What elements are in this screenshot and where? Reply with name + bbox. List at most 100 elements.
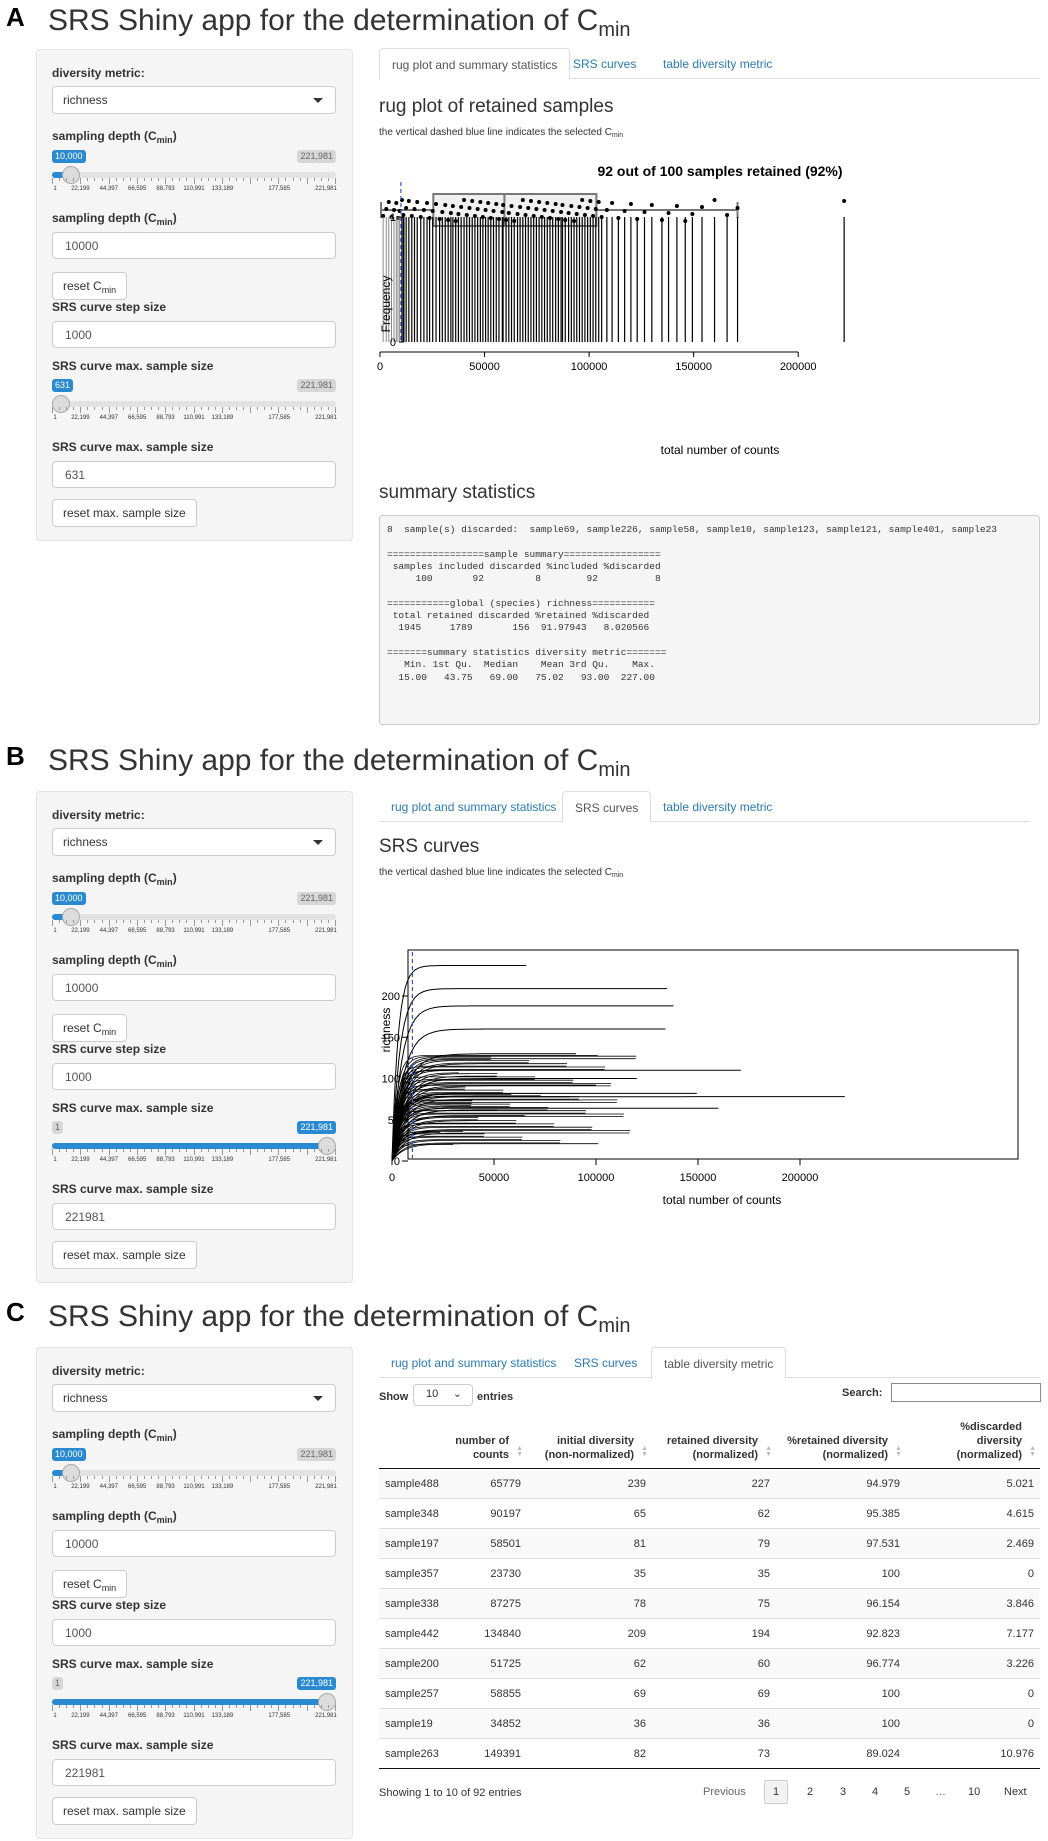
slider-tick-label: 133,189 xyxy=(211,1157,234,1163)
slider-tick xyxy=(179,1149,181,1152)
col-header-counts[interactable]: number of counts ▲ ▼ xyxy=(449,1416,527,1469)
sampling-depth-slider[interactable]: 10,000 221,981 1 22,199 44,397 66,595 88,793… xyxy=(52,150,337,194)
slider-tick-label: 1 xyxy=(53,1713,57,1719)
data-point xyxy=(456,212,461,216)
table-cell: 100 xyxy=(776,1708,906,1739)
entries-select[interactable]: 10 ⌄ xyxy=(413,1384,473,1406)
chevron-down-icon xyxy=(313,98,323,103)
tab-srs-curves[interactable]: SRS curves xyxy=(562,791,652,823)
slider-tick xyxy=(151,920,153,923)
pagination-page-10[interactable]: 10 xyxy=(960,1780,988,1804)
data-point xyxy=(464,213,469,217)
slider-tick xyxy=(101,407,103,410)
sampling-depth-slider[interactable]: 10,000 221,981 1 22,199 44,397 66,595 88,793… xyxy=(52,1448,337,1492)
reset-cmin-button[interactable]: reset Cmin xyxy=(52,1570,128,1598)
reset-cmin-button[interactable]: reset Cmin xyxy=(52,1014,128,1042)
pagination-page-4[interactable]: 4 xyxy=(864,1780,886,1804)
tab-rug-plot[interactable]: rug plot and summary statistics xyxy=(379,791,568,822)
col-header-pct-discarded[interactable]: %discarded diversity (normalized) ▲ ▼ xyxy=(906,1416,1040,1469)
slider-tick xyxy=(264,178,266,181)
max-sample-slider-label: SRS curve max. sample size xyxy=(52,1101,214,1115)
diversity-metric-select[interactable]: richness xyxy=(52,1384,336,1412)
pagination-page-1[interactable]: 1 xyxy=(764,1780,789,1804)
table-cell: 62 xyxy=(527,1648,652,1679)
diversity-metric-select[interactable]: richness xyxy=(52,828,336,856)
panel-letter: C xyxy=(6,1297,25,1327)
slider-tick xyxy=(292,178,294,181)
sampling-depth-input[interactable]: 10000 xyxy=(52,232,336,259)
reset-max-sample-button[interactable]: reset max. sample size xyxy=(52,1797,197,1825)
slider-tick xyxy=(313,1705,315,1708)
tab-rug-plot[interactable]: rug plot and summary statistics xyxy=(379,48,571,80)
slider-value-label: 631 xyxy=(52,379,74,392)
slider-tick-label: 221,981 xyxy=(315,1713,337,1719)
search-input[interactable] xyxy=(891,1383,1041,1402)
slider-tick-label: 221,981 xyxy=(315,1157,337,1163)
sampling-depth-input[interactable]: 10000 xyxy=(52,974,336,1001)
summary-output: 8 sample(s) discarded: sample69, sample2… xyxy=(379,515,1040,725)
slider-tick xyxy=(250,1476,252,1482)
data-point xyxy=(577,205,582,209)
pagination-page-2[interactable]: 2 xyxy=(799,1780,821,1804)
reset-max-sample-button[interactable]: reset max. sample size xyxy=(52,499,197,527)
pagination-page-5[interactable]: 5 xyxy=(896,1780,918,1804)
table-cell: 4.615 xyxy=(906,1498,1040,1529)
data-point xyxy=(566,211,571,215)
tab-rug-plot[interactable]: rug plot and summary statistics xyxy=(379,1347,568,1378)
table-cell: 60 xyxy=(652,1648,776,1679)
rug-heading: rug plot of retained samples xyxy=(379,96,614,117)
slider-tick xyxy=(143,1705,145,1708)
tab-srs-curves[interactable]: SRS curves xyxy=(561,48,648,79)
slider-tick xyxy=(136,178,138,184)
slider-tick xyxy=(52,407,53,413)
max-sample-slider[interactable]: 631 221,981 1 22,199 44,397 66,595 88,793 110… xyxy=(52,379,337,423)
slider-tick xyxy=(271,178,273,181)
col-header-pct-retained[interactable]: %retained diversity (normalized) ▲ ▼ xyxy=(776,1416,906,1469)
max-sample-input[interactable]: 221981 xyxy=(52,1759,336,1786)
pagination-next[interactable]: Next xyxy=(996,1780,1035,1804)
tab-table-diversity[interactable]: table diversity metric xyxy=(651,1347,787,1379)
reset-cmin-button[interactable]: reset Cmin xyxy=(52,272,128,300)
slider-tick xyxy=(200,1476,202,1479)
pagination-page-3[interactable]: 3 xyxy=(832,1780,854,1804)
x-tick-label: 100000 xyxy=(571,361,608,373)
max-sample-input[interactable]: 631 xyxy=(52,461,336,488)
max-sample-slider[interactable]: 1 221,981 1 22,199 44,397 66,595 88,793 110,9… xyxy=(52,1121,337,1165)
step-size-input[interactable]: 1000 xyxy=(52,321,336,348)
sampling-depth-slider[interactable]: 10,000 221,981 1 22,199 44,397 66,595 88,793… xyxy=(52,892,337,936)
slider-tick-label: 177,585 xyxy=(268,1484,291,1490)
tab-table-diversity[interactable]: table diversity metric xyxy=(651,48,784,79)
data-point xyxy=(574,212,579,216)
slider-tick xyxy=(115,1149,117,1152)
slider-tick xyxy=(214,1149,216,1152)
reset-max-sample-button[interactable]: reset max. sample size xyxy=(52,1241,197,1269)
tab-table-diversity[interactable]: table diversity metric xyxy=(651,791,784,822)
slider-tick xyxy=(292,1476,294,1479)
table-cell: 35 xyxy=(527,1558,652,1589)
max-sample-input[interactable]: 221981 xyxy=(52,1203,336,1230)
tab-srs-curves[interactable]: SRS curves xyxy=(562,1347,649,1378)
table-cell: 5.021 xyxy=(906,1468,1040,1499)
col-header-retained[interactable]: retained diversity (normalized) ▲ ▼ xyxy=(652,1416,776,1469)
slider-tick xyxy=(292,920,294,923)
slider-tick-label: 66,595 xyxy=(128,186,147,192)
table-row: sample257 58855 69 69 100 0 xyxy=(379,1678,1040,1709)
col-header-sample[interactable] xyxy=(379,1416,449,1469)
step-size-input[interactable]: 1000 xyxy=(52,1619,336,1646)
sampling-depth-slider-label: sampling depth (Cmin) xyxy=(52,1427,177,1443)
diversity-metric-select[interactable]: richness xyxy=(52,86,336,114)
max-sample-slider[interactable]: 1 221,981 1 22,199 44,397 66,595 88,793 110,9… xyxy=(52,1677,337,1721)
step-size-input[interactable]: 1000 xyxy=(52,1063,336,1090)
slider-tick xyxy=(200,1705,202,1708)
slider-ticks xyxy=(52,1476,336,1482)
slider-tick xyxy=(52,178,53,184)
slider-tick xyxy=(285,407,287,410)
table-cell: 78 xyxy=(527,1588,652,1619)
sampling-depth-input-label: sampling depth (Cmin) xyxy=(52,1509,177,1525)
table-cell: 34852 xyxy=(449,1708,527,1739)
y-tick-label: 200 xyxy=(382,991,400,1003)
pagination-previous[interactable]: Previous xyxy=(695,1780,754,1804)
table-cell: 23730 xyxy=(449,1558,527,1589)
sampling-depth-input[interactable]: 10000 xyxy=(52,1530,336,1557)
col-header-initial[interactable]: initial diversity (non-normalized) ▲ ▼ xyxy=(527,1416,652,1469)
